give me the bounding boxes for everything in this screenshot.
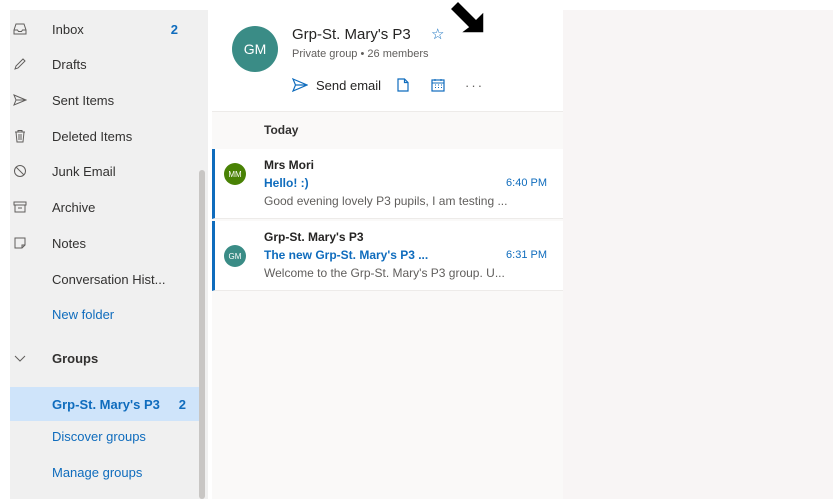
send-icon (12, 92, 28, 108)
message-time: 6:31 PM (506, 249, 547, 261)
group-name[interactable]: Grp-St. Mary's P3 (292, 26, 411, 43)
manage-groups-label: Manage groups (52, 464, 143, 480)
unread-count: 2 (170, 21, 178, 37)
calendar-button[interactable] (431, 78, 445, 92)
reading-pane (563, 10, 833, 499)
date-section-header: Today (264, 123, 299, 137)
message-sender: Grp-St. Mary's P3 (264, 230, 364, 244)
inbox-icon (12, 21, 28, 37)
folder-junk-email[interactable]: Junk Email (10, 156, 200, 186)
files-button[interactable] (397, 78, 409, 92)
group-privacy: Private group (292, 48, 358, 60)
folder-pane: Inbox 2 Drafts Sent Items Deleted Items … (10, 10, 208, 499)
group-members[interactable]: 26 members (367, 48, 428, 60)
send-icon (292, 78, 308, 92)
group-header-card: GM Grp-St. Mary's P3 ☆ Private group • 2… (212, 10, 563, 112)
sidebar-scrollbar[interactable] (199, 170, 205, 499)
folder-drafts[interactable]: Drafts (10, 49, 200, 79)
group-subtitle: Private group • 26 members (292, 48, 429, 60)
folder-label: Deleted Items (52, 128, 133, 144)
group-avatar[interactable]: GM (232, 26, 278, 72)
send-email-button[interactable]: Send email (292, 78, 381, 93)
folder-conversation-history[interactable]: Conversation Hist... (10, 264, 200, 294)
trash-icon (12, 128, 28, 144)
folder-label: Notes (52, 235, 86, 251)
folder-archive[interactable]: Archive (10, 192, 200, 222)
blocked-icon (12, 163, 28, 179)
folder-notes[interactable]: Notes (10, 228, 200, 258)
send-email-label: Send email (316, 77, 382, 93)
groups-header[interactable]: Groups (10, 343, 200, 373)
mouse-cursor-icon (448, 0, 485, 34)
message-preview: Good evening lovely P3 pupils, I am test… (264, 194, 508, 208)
message-item[interactable]: MM Mrs Mori Hello! :) 6:40 PM Good eveni… (212, 149, 563, 219)
message-subject: The new Grp-St. Mary's P3 ... (264, 248, 429, 262)
new-folder-label: New folder (52, 306, 115, 322)
pencil-icon (12, 56, 28, 72)
more-options-button[interactable]: ··· (465, 78, 484, 93)
message-time: 6:40 PM (506, 177, 547, 189)
folder-deleted-items[interactable]: Deleted Items (10, 121, 200, 151)
folder-label: Archive (52, 199, 96, 215)
note-icon (12, 235, 28, 251)
message-list-pane: GM Grp-St. Mary's P3 ☆ Private group • 2… (212, 10, 563, 499)
folder-label: Drafts (52, 56, 87, 72)
document-icon (397, 78, 409, 92)
message-preview: Welcome to the Grp-St. Mary's P3 group. … (264, 266, 505, 280)
folder-label: Conversation Hist... (52, 271, 166, 287)
folder-label: Inbox (52, 21, 84, 37)
discover-groups-label: Discover groups (52, 428, 146, 444)
calendar-icon (431, 79, 445, 92)
message-sender: Mrs Mori (264, 158, 315, 172)
folder-label: Junk Email (52, 163, 116, 179)
chevron-down-icon (12, 350, 28, 366)
group-grp-st-marys-p3[interactable]: Grp-St. Mary's P3 2 (10, 387, 200, 421)
discover-groups-link[interactable]: Discover groups (10, 421, 200, 451)
group-actions: Send email ··· (292, 74, 484, 96)
new-folder-link[interactable]: New folder (10, 299, 200, 329)
sender-avatar: MM (224, 163, 246, 185)
folder-label: Sent Items (52, 92, 115, 108)
message-subject: Hello! :) (264, 176, 309, 190)
folder-inbox[interactable]: Inbox 2 (10, 14, 200, 44)
groups-label: Groups (52, 350, 99, 366)
sender-avatar: GM (224, 245, 246, 267)
group-label: Grp-St. Mary's P3 (52, 396, 160, 412)
unread-count: 2 (178, 396, 186, 412)
message-item[interactable]: GM Grp-St. Mary's P3 The new Grp-St. Mar… (212, 221, 563, 291)
manage-groups-link[interactable]: Manage groups (10, 457, 200, 487)
archive-icon (12, 199, 28, 215)
folder-sent-items[interactable]: Sent Items (10, 85, 200, 115)
